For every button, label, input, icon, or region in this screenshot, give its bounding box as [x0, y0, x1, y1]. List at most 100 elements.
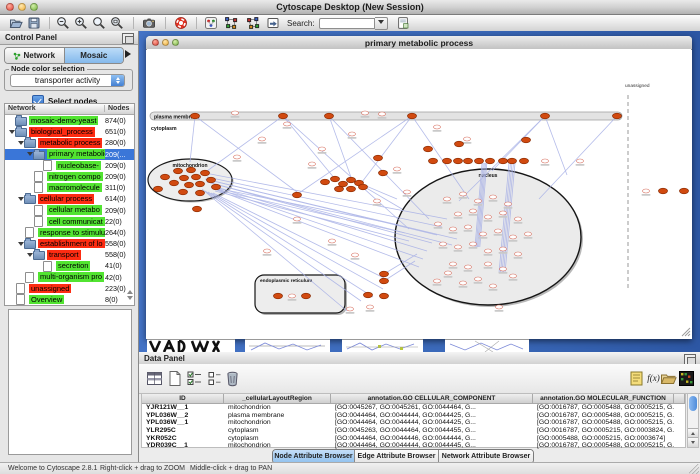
zoom-fit-icon[interactable]: [110, 16, 124, 30]
layout-network-alt-icon[interactable]: [246, 16, 260, 30]
status-welcome: Welcome to Cytoscape 2.8.1: [8, 465, 97, 472]
tab-network[interactable]: Network: [5, 48, 64, 63]
import-attributes-folder-icon[interactable]: [660, 370, 677, 387]
table-row[interactable]: YKR052Ccytoplasm[GO:0044464, GO:0044446,…: [142, 435, 685, 443]
tab-mosaic[interactable]: Mosaic: [64, 48, 124, 63]
notes-icon[interactable]: [628, 370, 645, 387]
plasma-membrane-region[interactable]: plasma membrane: [150, 112, 622, 120]
window-title: Cytoscape Desktop (New Session): [0, 2, 700, 12]
attribute-table: ID _cellularLayoutRegion annotation.GO C…: [141, 393, 686, 448]
node-color-dropdown[interactable]: transporter activity: [10, 74, 125, 87]
vizmapper-icon[interactable]: [204, 16, 218, 30]
scroll-down-button[interactable]: [688, 437, 698, 447]
thumbnail-network: [342, 340, 423, 352]
window-resize-grip[interactable]: [689, 464, 699, 474]
data-panel-title: Data Panel: [144, 354, 185, 363]
tree-row[interactable]: macromolecule311(0): [5, 182, 134, 193]
tree-row[interactable]: biological_process651(0): [5, 126, 134, 137]
network-tree-header[interactable]: Network Nodes: [5, 104, 134, 115]
background-window-fragment[interactable]: [342, 339, 423, 352]
network-tab-icon: [13, 52, 21, 60]
table-scrollbar-thumb[interactable]: [689, 396, 697, 411]
table-row[interactable]: YLR295Ccytoplasm[GO:0045263, GO:0044464,…: [142, 427, 685, 435]
new-attribute-icon[interactable]: [166, 370, 183, 387]
tree-row[interactable]: cell communicat22(0): [5, 216, 134, 227]
snapshot-camera-icon[interactable]: [142, 16, 156, 30]
network-view-title: primary metabolic process: [146, 38, 692, 48]
network-view-titlebar[interactable]: primary metabolic process: [146, 36, 692, 50]
tree-row[interactable]: unassigned223(0): [5, 283, 134, 294]
network-canvas[interactable]: plasma membrane cytoplasm mitochondrion …: [147, 49, 691, 338]
tree-row-selected[interactable]: primary metabolic209(...: [5, 149, 134, 160]
table-row[interactable]: YJR121W__1mitochondrion[GO:0045267, GO:0…: [142, 404, 685, 412]
tree-row[interactable]: transport558(0): [5, 249, 134, 260]
column-nodes: Nodes: [104, 105, 129, 112]
search-input[interactable]: [319, 18, 375, 29]
table-row[interactable]: YPL036W__1mitochondrion[GO:0044464, GO:0…: [142, 419, 685, 427]
save-session-icon[interactable]: [27, 16, 41, 30]
background-window-fragment[interactable]: [147, 339, 235, 352]
search-label: Search:: [287, 19, 315, 28]
attribute-table-header[interactable]: ID _cellularLayoutRegion annotation.GO C…: [142, 394, 685, 404]
annotation-page-icon[interactable]: [396, 16, 410, 30]
tree-scrollbar[interactable]: [126, 287, 133, 303]
tree-row[interactable]: metabolic process280(0): [5, 137, 134, 148]
node-color-dropdown-value: transporter activity: [35, 76, 100, 85]
tab-mosaic-label: Mosaic: [80, 51, 107, 60]
delete-attribute-trash-icon[interactable]: [224, 370, 241, 387]
help-lifebuoy-icon[interactable]: [174, 16, 188, 30]
table-row[interactable]: YPL036W__2plasma membrane[GO:0044464, GO…: [142, 412, 685, 420]
window-titlebar[interactable]: Cytoscape Desktop (New Session): [0, 0, 700, 15]
network-graph[interactable]: plasma membrane cytoplasm mitochondrion …: [147, 49, 691, 338]
zoom-selected-icon[interactable]: [92, 16, 106, 30]
canvas-resize-grip[interactable]: [682, 328, 690, 336]
background-window-logo: [147, 340, 235, 352]
tree-row[interactable]: multi-organism pro42(0): [5, 272, 134, 283]
endoplasmic-reticulum-label: endoplasmic reticulum: [260, 278, 312, 284]
birdseye-view[interactable]: [8, 309, 132, 455]
attribute-table-icon[interactable]: [146, 370, 163, 387]
tree-row[interactable]: secretion41(0): [5, 260, 134, 271]
tree-row[interactable]: cellular metabo209(0): [5, 205, 134, 216]
thumbnail-network: [245, 340, 330, 352]
tree-row[interactable]: nitrogen compo209(0): [5, 171, 134, 182]
column-go-cellular-component[interactable]: annotation.GO CELLULAR_COMPONENT: [331, 394, 533, 403]
tree-row[interactable]: response to stimulu264(0): [5, 227, 134, 238]
unselect-attributes-icon[interactable]: [206, 370, 223, 387]
control-panel: Control Panel Network Mosaic Node color …: [0, 31, 139, 462]
cytoplasm-label: cytoplasm: [151, 126, 177, 132]
mitochondrion-region[interactable]: mitochondrion: [148, 159, 234, 203]
tab-network-label: Network: [23, 51, 55, 60]
zoom-in-icon[interactable]: [74, 16, 88, 30]
open-file-icon[interactable]: [9, 16, 23, 30]
zoom-out-icon[interactable]: [56, 16, 70, 30]
status-pan-hint: Middle-click + drag to PAN: [190, 465, 272, 472]
table-scrollbar[interactable]: [687, 393, 699, 448]
search-dropdown-arrow[interactable]: [375, 17, 388, 30]
float-panel-icon[interactable]: [122, 33, 134, 44]
thumbnail-network: [445, 340, 529, 352]
network-view-window[interactable]: primary metabolic process plasma membran…: [146, 36, 692, 339]
tree-row[interactable]: Overview8(0): [5, 294, 134, 305]
column-id[interactable]: ID: [142, 394, 224, 403]
column-cellular-layout-region[interactable]: _cellularLayoutRegion: [224, 394, 331, 403]
select-attributes-icon[interactable]: [186, 370, 203, 387]
control-panel-tabs: Network Mosaic: [4, 47, 124, 64]
background-window-fragment[interactable]: [445, 339, 529, 352]
matrix-heatmap-icon[interactable]: [678, 370, 695, 387]
background-window-fragment[interactable]: [245, 339, 330, 352]
unassigned-region: unassigned: [625, 83, 650, 290]
network-desktop: primary metabolic process plasma membran…: [139, 31, 700, 352]
layout-network-icon[interactable]: [224, 16, 238, 30]
dropdown-stepper-icon: [111, 75, 124, 86]
filter-icon[interactable]: [266, 16, 280, 30]
tree-row[interactable]: establishment of lo558(0): [5, 238, 134, 249]
more-tabs-arrow-icon[interactable]: [125, 50, 135, 58]
tree-row[interactable]: cellular process614(0): [5, 193, 134, 204]
column-go-molecular-function[interactable]: annotation.GO MOLECULAR_FUNCTION: [533, 394, 674, 403]
data-panel-toolbar: f(x): [139, 364, 700, 394]
tree-row[interactable]: nucleobase-209(0): [5, 160, 134, 171]
main-toolbar: Search:: [0, 15, 700, 32]
status-zoom-hint: Right-click + drag to ZOOM: [100, 465, 185, 472]
tree-row[interactable]: mosaic-demo-yeast874(0): [5, 115, 134, 126]
